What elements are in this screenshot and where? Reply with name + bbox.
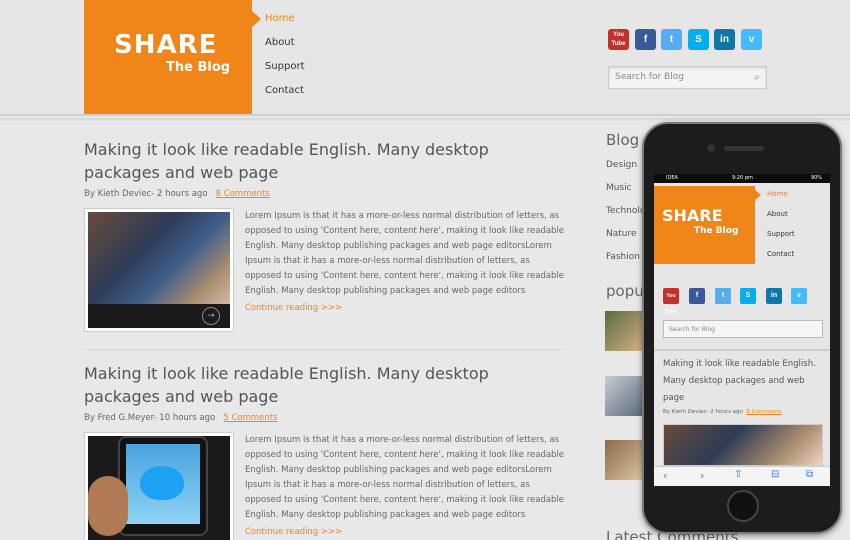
popular-post-thumbnail[interactable] <box>605 440 643 480</box>
search-icon[interactable]: ⌕ <box>754 72 760 83</box>
main-nav: Home About Support Contact <box>265 13 305 109</box>
post-comments-link[interactable]: 8 Comments <box>216 189 270 199</box>
category-link[interactable]: Fashion <box>606 252 640 262</box>
mobile-logo-subtitle: The Blog <box>694 226 739 236</box>
continue-reading-link[interactable]: Continue reading >>> <box>245 527 342 537</box>
speaker-grille <box>724 146 764 151</box>
nav-contact[interactable]: Contact <box>265 85 305 109</box>
sidebar-popular-heading: popu <box>606 282 644 300</box>
post-title[interactable]: Making it look like readable English. Ma… <box>84 362 554 408</box>
mobile-nav-home[interactable]: Home <box>767 190 795 210</box>
post-author: By Kieth Deviec- 2 hours ago <box>84 189 208 199</box>
search-input[interactable]: Search for Blog ⌕ <box>608 66 767 89</box>
post-author: By Fred G.Meyer- 10 hours ago <box>84 413 216 423</box>
post-image: → <box>88 212 230 328</box>
facebook-icon[interactable]: f <box>635 29 656 50</box>
mobile-post-comments[interactable]: 8 Comments <box>746 409 781 415</box>
share-icon[interactable]: ⇧ <box>734 469 742 480</box>
post-divider <box>84 349 564 350</box>
logo-subtitle: The Blog <box>166 60 231 75</box>
status-carrier: IDEA <box>666 175 678 181</box>
mobile-post-meta: By Kieth Deviec- 2 hours ago 8 Comments <box>663 409 781 415</box>
category-link[interactable]: Music <box>606 183 632 193</box>
home-button[interactable] <box>727 490 759 522</box>
back-icon[interactable]: ‹ <box>663 469 667 482</box>
post-image <box>88 436 230 540</box>
camera-icon <box>707 144 715 152</box>
mobile-logo-title: SHARE <box>662 206 723 225</box>
post-comments-link[interactable]: 5 Comments <box>223 413 277 423</box>
post-meta: By Fred G.Meyer- 10 hours ago 5 Comments <box>84 413 278 423</box>
mobile-nav-arrow <box>755 190 761 200</box>
mobile-post-title[interactable]: Making it look like readable English. Ma… <box>663 356 823 407</box>
category-link[interactable]: Design <box>606 160 637 170</box>
status-bar: IDEA 9:20 pm 90% <box>654 174 830 183</box>
post-thumbnail[interactable] <box>84 432 234 540</box>
nav-support[interactable]: Support <box>265 61 305 85</box>
popular-post-thumbnail[interactable] <box>605 376 643 416</box>
sidebar-blog-heading: Blog <box>606 131 640 149</box>
skype-icon[interactable]: S <box>688 29 709 50</box>
mobile-divider <box>654 349 830 351</box>
skype-icon[interactable]: S <box>740 288 756 304</box>
mobile-nav: Home About Support Contact <box>767 190 795 270</box>
phone-screen: IDEA 9:20 pm 90% SHARE The Blog Home Abo… <box>654 174 830 486</box>
bookmarks-icon[interactable]: ⊟ <box>771 469 779 480</box>
youtube-icon[interactable]: You Tube <box>608 29 629 50</box>
mobile-logo[interactable]: SHARE The Blog <box>654 186 755 264</box>
nav-about[interactable]: About <box>265 37 305 61</box>
twitter-icon[interactable]: t <box>661 29 682 50</box>
vimeo-icon[interactable]: v <box>741 29 762 50</box>
linkedin-icon[interactable]: in <box>766 288 782 304</box>
mobile-nav-contact[interactable]: Contact <box>767 250 795 270</box>
status-battery: 90% <box>810 175 822 181</box>
mobile-nav-support[interactable]: Support <box>767 230 795 250</box>
post-excerpt: Lorem Ipsum is that it has a more-or-les… <box>245 435 565 520</box>
status-time: 9:20 pm <box>732 175 753 181</box>
browser-toolbar: ‹ › ⇧ ⊟ ⧉ <box>654 466 830 486</box>
post-thumbnail[interactable]: → <box>84 208 234 332</box>
popular-post-thumbnail[interactable] <box>605 311 643 351</box>
mobile-nav-about[interactable]: About <box>767 210 795 230</box>
youtube-icon[interactable]: You Tube <box>663 288 679 315</box>
category-link[interactable]: Nature <box>606 229 637 239</box>
arrow-right-icon[interactable]: → <box>202 307 220 325</box>
continue-reading-link[interactable]: Continue reading >>> <box>245 303 342 313</box>
search-placeholder: Search for Blog <box>615 72 684 82</box>
nav-active-arrow <box>252 11 261 27</box>
post-title[interactable]: Making it look like readable English. Ma… <box>84 138 554 184</box>
mobile-search-input[interactable]: Search for Blog <box>663 320 823 338</box>
post-excerpt: Lorem Ipsum is that it has a more-or-les… <box>245 211 565 296</box>
post-meta: By Kieth Deviec- 2 hours ago 8 Comments <box>84 189 270 199</box>
mobile-post-thumbnail[interactable] <box>663 424 823 466</box>
facebook-icon[interactable]: f <box>689 288 705 304</box>
site-logo[interactable]: SHARE The Blog <box>84 0 252 114</box>
vimeo-icon[interactable]: v <box>791 288 807 304</box>
twitter-icon[interactable]: t <box>715 288 731 304</box>
nav-home[interactable]: Home <box>265 13 305 37</box>
mobile-post-author: By Kieth Deviec- 2 hours ago <box>663 409 743 415</box>
forward-icon[interactable]: › <box>700 469 704 482</box>
phone-mockup: IDEA 9:20 pm 90% SHARE The Blog Home Abo… <box>642 122 842 534</box>
tabs-icon[interactable]: ⧉ <box>806 469 813 480</box>
logo-title: SHARE <box>114 30 218 60</box>
linkedin-icon[interactable]: in <box>714 29 735 50</box>
